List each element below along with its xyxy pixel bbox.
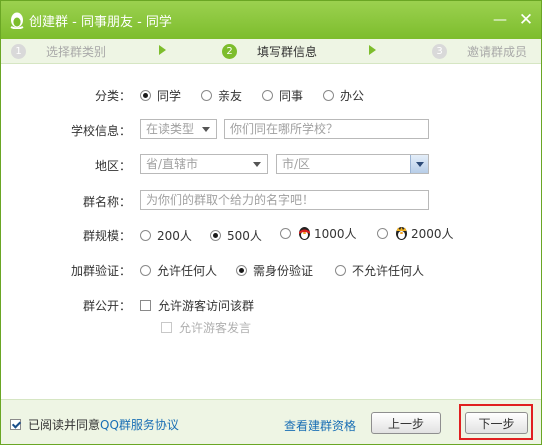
radio-label: 2000人 — [411, 227, 454, 241]
step-1: 1 选择群类别 — [11, 43, 106, 60]
category-radio-relatives[interactable]: 亲友 — [201, 87, 242, 104]
step-number: 1 — [11, 44, 26, 59]
radio-dot — [236, 265, 247, 276]
allow-visitors-checkbox[interactable]: 允许游客访问该群 — [140, 297, 254, 314]
size-radio-500[interactable]: 500人 — [210, 227, 262, 244]
window-title: 创建群 - 同事朋友 - 同学 — [29, 15, 172, 30]
radio-dot — [377, 228, 388, 239]
radio-label: 亲友 — [218, 89, 243, 103]
city-select[interactable]: 市/区 — [276, 154, 429, 174]
step-indicator: 1 选择群类别 2 填写群信息 3 邀请群成员 — [1, 39, 541, 64]
verify-radio-nobody[interactable]: 不允许任何人 — [335, 262, 424, 279]
radio-dot — [140, 230, 151, 241]
radio-dot — [262, 90, 273, 101]
qq-penguin-icon — [10, 12, 24, 29]
step-label: 填写群信息 — [257, 45, 318, 59]
checkbox-label: 允许游客访问该群 — [158, 299, 255, 313]
create-group-window: 创建群 - 同事朋友 - 同学 — ✕ 1 选择群类别 2 填写群信息 3 邀请群成员… — [0, 0, 542, 445]
province-select[interactable]: 省/直辖市 — [140, 154, 268, 174]
category-radio-classmate[interactable]: 同学 — [140, 87, 181, 104]
step-number: 3 — [432, 44, 447, 59]
step-label: 邀请群成员 — [467, 45, 528, 59]
gold-penguin-icon — [396, 227, 407, 240]
step-arrow-icon — [159, 45, 166, 55]
dropdown-arrow-icon — [253, 162, 261, 167]
dropdown-arrow-icon — [416, 162, 424, 167]
step-2: 2 填写群信息 — [222, 43, 317, 60]
agree-text: 已阅读并同意 — [28, 418, 101, 432]
checkbox-box — [140, 300, 151, 311]
radio-label: 200人 — [157, 229, 192, 243]
radio-dot — [210, 230, 221, 241]
group-name-label: 群名称： — [82, 195, 131, 209]
radio-label: 1000人 — [314, 227, 357, 241]
size-radio-2000[interactable]: 2000人 — [377, 225, 454, 242]
step-label: 选择群类别 — [46, 45, 107, 59]
select-value: 市/区 — [282, 157, 311, 171]
radio-label: 办公 — [340, 89, 365, 103]
red-penguin-icon — [299, 227, 310, 240]
school-name-input[interactable]: 你们同在哪所学校？ — [224, 119, 429, 139]
radio-label: 同事 — [279, 89, 304, 103]
group-size-label: 群规模： — [82, 229, 131, 243]
region-label: 地区： — [94, 159, 131, 173]
verify-radio-identity[interactable]: 需身份验证 — [236, 262, 313, 279]
radio-label: 不允许任何人 — [352, 264, 425, 278]
join-verify-label: 加群验证： — [70, 264, 131, 278]
category-label: 分类： — [94, 89, 131, 103]
group-name-input[interactable]: 为你们的群取个给力的名字吧！ — [140, 190, 429, 210]
allow-visitors-post-checkbox[interactable]: 允许游客发言 — [161, 319, 251, 336]
size-radio-1000[interactable]: 1000人 — [280, 225, 357, 242]
radio-dot — [140, 265, 151, 276]
radio-label: 同学 — [157, 89, 182, 103]
checkbox-box — [10, 419, 21, 430]
verify-radio-anyone[interactable]: 允许任何人 — [140, 262, 217, 279]
select-value: 省/直辖市 — [146, 157, 199, 171]
study-type-select[interactable]: 在读类型 — [140, 119, 217, 139]
service-agreement-link[interactable]: QQ群服务协议 — [100, 418, 179, 432]
school-label: 学校信息： — [70, 124, 131, 138]
radio-label: 500人 — [227, 229, 262, 243]
radio-dot — [201, 90, 212, 101]
agree-terms-checkbox[interactable]: 已阅读并同意QQ群服务协议 — [10, 416, 179, 433]
radio-dot — [335, 265, 346, 276]
step-3: 3 邀请群成员 — [432, 43, 527, 60]
radio-dot — [323, 90, 334, 101]
input-placeholder: 你们同在哪所学校？ — [230, 122, 339, 136]
input-placeholder: 为你们的群取个给力的名字吧！ — [146, 193, 315, 207]
step-number: 2 — [222, 44, 237, 59]
radio-dot — [280, 228, 291, 239]
category-radio-colleague[interactable]: 同事 — [262, 87, 303, 104]
select-value: 在读类型 — [146, 122, 195, 136]
public-label: 群公开： — [82, 299, 131, 313]
radio-label: 需身份验证 — [253, 264, 314, 278]
category-radio-office[interactable]: 办公 — [323, 87, 364, 104]
size-radio-200[interactable]: 200人 — [140, 227, 192, 244]
prev-step-button[interactable]: 上一步 — [371, 412, 441, 434]
minimize-button[interactable]: — — [489, 9, 511, 31]
title-bar: 创建群 - 同事朋友 - 同学 — ✕ — [1, 1, 541, 39]
close-button[interactable]: ✕ — [515, 9, 537, 31]
footer-bar: 已阅读并同意QQ群服务协议 查看建群资格 上一步 下一步 — [1, 399, 541, 444]
radio-dot — [140, 90, 151, 101]
highlight-box — [459, 404, 533, 440]
checkbox-label: 允许游客发言 — [179, 321, 252, 335]
radio-label: 允许任何人 — [157, 264, 218, 278]
dropdown-arrow-icon — [202, 127, 210, 132]
view-qualification-link[interactable]: 查看建群资格 — [284, 417, 356, 434]
step-arrow-icon — [369, 45, 376, 55]
dropdown-button[interactable] — [410, 155, 428, 173]
checkbox-box — [161, 322, 172, 333]
